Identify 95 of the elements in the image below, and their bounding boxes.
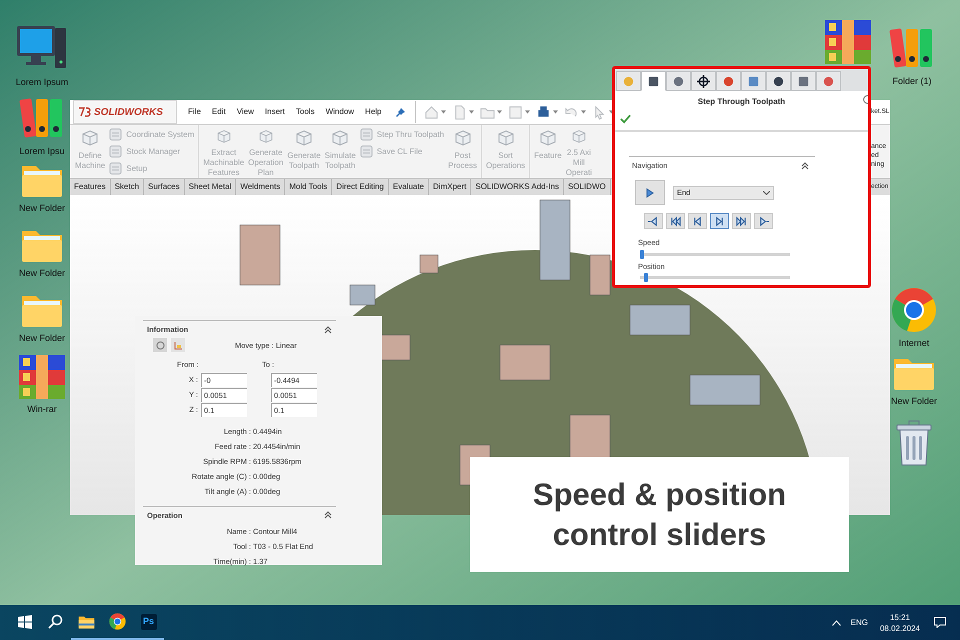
- menu-item[interactable]: Edit: [212, 106, 226, 118]
- property-tab-icon: [622, 74, 635, 88]
- menu-item[interactable]: Insert: [264, 106, 285, 118]
- windows-logo-icon: [18, 614, 32, 628]
- taskbar-button[interactable]: Ps: [133, 605, 164, 640]
- tool-icon: [109, 162, 122, 175]
- property-tab-icon: [722, 74, 735, 88]
- archive-icon: [19, 355, 65, 399]
- tool-icon: [360, 128, 373, 141]
- playback-icon: [668, 214, 683, 228]
- chevron-up-icon[interactable]: [832, 620, 841, 626]
- property-tab[interactable]: [691, 71, 716, 91]
- print-icon[interactable]: [536, 104, 550, 120]
- desktop-icon-label[interactable]: New Folder: [18, 267, 65, 281]
- archive-icon: [825, 20, 871, 64]
- caret-icon[interactable]: [468, 110, 474, 114]
- pin-icon[interactable]: [396, 108, 404, 116]
- photoshop-icon: Ps: [140, 614, 156, 630]
- property-tab-icon: [747, 74, 760, 88]
- tool-icon: [360, 145, 373, 158]
- desktop-icon-label[interactable]: New Folder: [18, 332, 65, 346]
- link-icon: [156, 340, 164, 350]
- property-tab-icon: [822, 74, 835, 88]
- chevron-down-icon: [763, 190, 770, 195]
- desktop-icon-label[interactable]: Lorem Ipsum: [16, 76, 68, 90]
- logo: SOLIDWORKS: [73, 100, 177, 124]
- notification-icon[interactable]: [934, 617, 946, 628]
- property-tab-icon: [797, 74, 810, 88]
- browser-icon: [891, 287, 937, 333]
- caption-text: control sliders: [552, 516, 766, 554]
- caption-text: Speed & position: [532, 476, 786, 514]
- building-shape: [350, 284, 376, 306]
- trash-icon: [895, 420, 933, 466]
- cube-icon: [496, 129, 515, 147]
- building-shape: [590, 254, 610, 296]
- menu-item[interactable]: Tools: [296, 106, 315, 118]
- collapse-icon[interactable]: [324, 326, 332, 334]
- step-button[interactable]: [666, 213, 685, 230]
- building-shape: [630, 304, 690, 336]
- property-tab-icon: [647, 74, 660, 88]
- desktop-icon-label[interactable]: Lorem Ipsu: [19, 145, 65, 158]
- caret-icon[interactable]: [524, 110, 530, 114]
- step-button[interactable]: [710, 213, 729, 230]
- step-button[interactable]: [688, 213, 707, 230]
- menu-item[interactable]: Help: [365, 106, 382, 118]
- cube-icon: [331, 129, 350, 147]
- step-button[interactable]: [732, 213, 751, 230]
- cube-icon: [294, 129, 313, 147]
- property-tab-icon: [772, 74, 785, 88]
- playback-icon: [734, 214, 749, 228]
- panel-title: Step Through Toolpath: [698, 96, 786, 108]
- chart-icon: [174, 340, 182, 350]
- tool-icon: [109, 128, 122, 141]
- menu-item[interactable]: View: [236, 106, 254, 118]
- desktop-icon-label[interactable]: Folder (1): [892, 75, 932, 88]
- search-icon: [48, 614, 63, 629]
- property-tab[interactable]: [641, 71, 666, 91]
- caret-icon[interactable]: [552, 110, 558, 114]
- slider-track[interactable]: [640, 276, 790, 279]
- building-shape: [690, 374, 760, 406]
- building-shape: [240, 224, 280, 286]
- logo-mark-icon: [78, 106, 92, 118]
- property-tab[interactable]: [766, 71, 791, 91]
- step-button[interactable]: [754, 213, 773, 230]
- chart-view-button[interactable]: [171, 338, 185, 352]
- cube-icon: [454, 129, 472, 147]
- step-button[interactable]: [644, 213, 663, 230]
- slider-thumb[interactable]: [640, 250, 644, 258]
- building-shape: [420, 254, 438, 274]
- cube-icon: [81, 129, 100, 147]
- cube-icon: [538, 129, 557, 147]
- language-indicator[interactable]: ENG: [850, 616, 868, 628]
- browser-icon: [109, 613, 126, 630]
- caret-icon[interactable]: [440, 110, 446, 114]
- property-tab-icon: [672, 74, 685, 88]
- building-shape: [500, 344, 550, 380]
- play-icon: [646, 188, 654, 198]
- toolpath-view-button[interactable]: [153, 338, 167, 352]
- menu-item[interactable]: File: [188, 106, 201, 118]
- desktop-icon-label[interactable]: New Folder: [890, 395, 937, 409]
- slider-thumb[interactable]: [644, 272, 648, 282]
- collapse-icon[interactable]: [324, 511, 332, 520]
- clock[interactable]: 15:21 08.02.2024: [880, 612, 920, 634]
- desktop-icon-label[interactable]: Win-rar: [27, 403, 57, 416]
- play-button[interactable]: [635, 180, 665, 206]
- tool-icon: [109, 145, 122, 158]
- desktop-icon-label[interactable]: Internet: [898, 337, 930, 350]
- property-tab-icon: [697, 74, 710, 88]
- caret-icon[interactable]: [496, 110, 502, 114]
- folder-icon: [78, 614, 95, 628]
- desktop-icon-label[interactable]: New Folder: [18, 202, 65, 216]
- caret-icon[interactable]: [580, 110, 586, 114]
- menu-item[interactable]: Window: [326, 106, 354, 118]
- ok-check-icon[interactable]: [620, 114, 631, 124]
- collapse-icon[interactable]: [801, 162, 809, 170]
